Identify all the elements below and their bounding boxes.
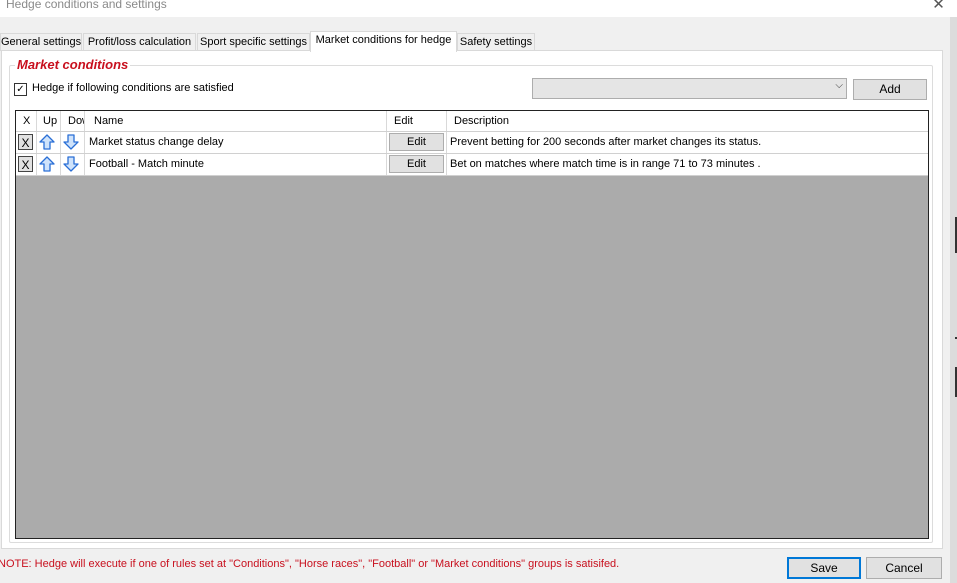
tab-panel: Market conditions ✓ Hedge if following c… (1, 50, 943, 549)
table-row[interactable]: X Market status change delay Edit Preven… (16, 132, 928, 154)
delete-row-button[interactable]: X (18, 134, 33, 150)
chevron-down-icon: ⌵ (835, 80, 843, 91)
close-icon[interactable]: ✕ (930, 0, 947, 14)
delete-row-button[interactable]: X (18, 156, 33, 172)
delete-cell: X (16, 154, 37, 175)
edit-condition-button[interactable]: Edit (389, 133, 444, 151)
edit-condition-button[interactable]: Edit (389, 155, 444, 173)
group-legend: Market conditions (15, 57, 131, 72)
move-down-cell (61, 132, 85, 153)
move-up-cell (37, 132, 61, 153)
tab-market-conditions[interactable]: Market conditions for hedge (310, 31, 457, 52)
save-button[interactable]: Save (787, 557, 861, 579)
condition-type-dropdown[interactable]: ⌵ (532, 78, 847, 99)
hedge-condition-label[interactable]: Hedge if following conditions are satisf… (32, 82, 234, 94)
window-title: Hedge conditions and settings (6, 0, 167, 11)
column-header-description[interactable]: Description (447, 111, 928, 131)
column-header-edit[interactable]: Edit (387, 111, 447, 131)
arrow-down-icon[interactable] (63, 156, 79, 172)
column-header-name[interactable]: Name (85, 111, 387, 131)
cancel-button[interactable]: Cancel (866, 557, 942, 579)
tab-safety-settings[interactable]: Safety settings (457, 33, 535, 51)
edit-cell: Edit (387, 132, 447, 153)
conditions-grid: X Up Down Name Edit Description X (15, 110, 929, 539)
market-conditions-group: Market conditions ✓ Hedge if following c… (9, 57, 933, 543)
arrow-down-icon[interactable] (63, 134, 79, 150)
condition-name: Market status change delay (85, 132, 387, 153)
condition-description: Bet on matches where match time is in ra… (450, 158, 761, 170)
hedge-condition-checkbox[interactable]: ✓ (14, 83, 27, 96)
column-header-x[interactable]: X (16, 111, 37, 131)
move-down-cell (61, 154, 85, 175)
move-up-cell (37, 154, 61, 175)
dialog-client: General settings Profit/loss calculation… (0, 17, 957, 583)
title-bar: Hedge conditions and settings ✕ (0, 0, 957, 17)
tab-sport-specific[interactable]: Sport specific settings (197, 33, 310, 51)
add-condition-button[interactable]: Add (853, 79, 927, 100)
hedge-note: NOTE: Hedge will execute if one of rules… (0, 558, 620, 570)
column-header-up[interactable]: Up (37, 111, 61, 131)
arrow-up-icon[interactable] (39, 134, 55, 150)
arrow-up-icon[interactable] (39, 156, 55, 172)
condition-description: Prevent betting for 200 seconds after ma… (450, 136, 762, 148)
column-header-down[interactable]: Down (61, 111, 85, 131)
tab-profit-loss[interactable]: Profit/loss calculation (83, 33, 196, 51)
condition-name: Football - Match minute (85, 154, 387, 175)
delete-cell: X (16, 132, 37, 153)
grid-header: X Up Down Name Edit Description (16, 111, 928, 132)
tab-general-settings[interactable]: General settings (0, 33, 82, 51)
table-row[interactable]: X Football - Match minute Edit Bet on ma… (16, 154, 928, 176)
edit-cell: Edit (387, 154, 447, 175)
background-window-edge (950, 17, 957, 583)
